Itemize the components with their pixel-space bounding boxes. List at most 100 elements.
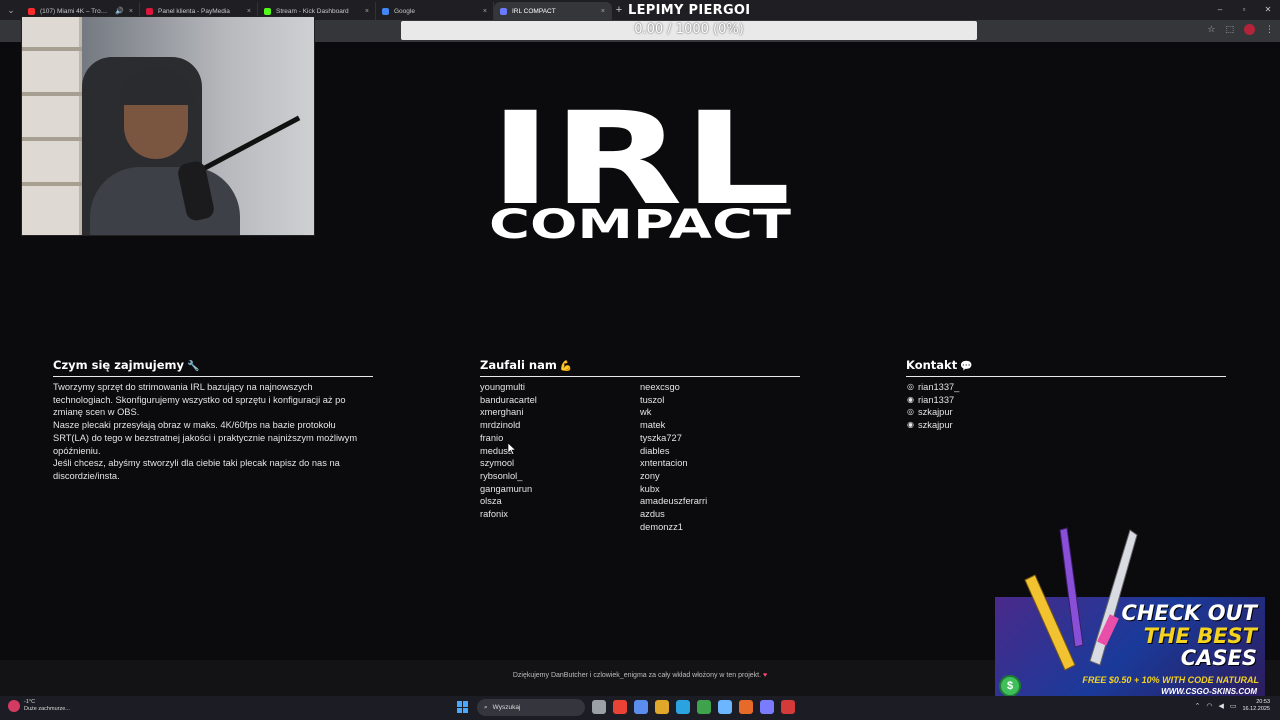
tab-close-icon[interactable]: × [601, 8, 605, 15]
tab-favicon-icon [28, 7, 35, 15]
mouse-cursor-icon [508, 443, 516, 455]
tab-close-icon[interactable]: × [247, 8, 251, 15]
about-section: Czym się zajmujemy 🔧 Tworzymy sprzęt do s… [53, 358, 373, 483]
taskbar-app-icon[interactable] [739, 700, 753, 714]
taskbar-app-icon[interactable] [592, 700, 606, 714]
profile-avatar[interactable] [1244, 24, 1255, 35]
trusted-name: banduracartel [480, 394, 537, 405]
trusted-name: diables [640, 445, 670, 456]
webcam-shelf [22, 17, 82, 235]
trusted-name: demonzz1 [640, 521, 683, 532]
tab-close-icon[interactable]: × [129, 8, 133, 15]
ad-line2: THE BEST [1143, 624, 1257, 648]
tab-close-icon[interactable]: × [483, 8, 487, 15]
trusted-name: tyszka727 [640, 432, 682, 443]
trusted-name: wk [640, 407, 652, 418]
trusted-name: azdus [640, 509, 665, 520]
tab-search-icon[interactable]: ⌄ [0, 0, 22, 20]
discord-icon: ◉ [907, 420, 914, 430]
webcam-overlay [21, 16, 315, 236]
taskbar-app-icon[interactable] [718, 700, 732, 714]
contact-item-instagram[interactable]: ◎ szkajpur [906, 406, 1226, 419]
toolbar-icons: ☆ ⬚ ⋮ [1207, 24, 1274, 35]
contact-item-discord[interactable]: ◉ rian1337 [906, 394, 1226, 407]
tab-favicon-icon [264, 7, 271, 15]
trusted-names: youngmulti banduracartel xmerghani mrdzinol… [480, 381, 800, 533]
extensions-icon[interactable]: ⬚ [1225, 24, 1234, 35]
bookmark-star-icon[interactable]: ☆ [1207, 24, 1215, 35]
trusted-name: tuszol [640, 394, 665, 405]
contact-list: ◎ rian1337_ ◉ rian1337 ◎ szkajpur ◉ szkajpur [906, 381, 1226, 432]
trusted-name: rafonix [480, 509, 508, 520]
clock-date: 16.12.2025 [1242, 706, 1270, 712]
tab-title: IRL COMPACT [512, 7, 556, 15]
browser-tab[interactable]: Google × [376, 2, 494, 20]
ad-promo-text: FREE $0.50 + 10% WITH CODE NATURAL [1082, 675, 1259, 685]
windows-start-icon[interactable] [457, 701, 469, 713]
heart-icon: ♥ [763, 672, 768, 679]
speech-bubble-icon: 💬 [960, 361, 973, 372]
wifi-icon[interactable]: ◠ [1206, 702, 1212, 710]
maximize-icon[interactable]: ▫ [1232, 0, 1256, 20]
weather-temp: -1°C [24, 699, 36, 705]
taskbar-app-icon[interactable] [655, 700, 669, 714]
ad-line1: CHECK OUT [1121, 601, 1257, 625]
irl-compact-logo: IRL COMPACT [489, 100, 792, 245]
ad-weapon-skins-illustration [1024, 527, 1138, 671]
taskbar-app-icon[interactable] [697, 700, 711, 714]
tab-audio-icon[interactable]: 🔊 [115, 7, 124, 15]
tab-title: Google [394, 7, 415, 15]
contact-item-discord[interactable]: ◉ szkajpur [906, 419, 1226, 432]
trusted-name: neexcsgo [640, 382, 680, 392]
ad-line3: CASES [1180, 646, 1257, 670]
trusted-name: franio [480, 432, 504, 443]
instagram-icon: ◎ [907, 382, 914, 391]
weather-widget[interactable]: -1°C Duże zachmurze... [8, 699, 70, 713]
contact-handle: szkajpur [918, 420, 953, 431]
taskbar-app-icon[interactable] [613, 700, 627, 714]
trusted-name: mrdzinold [480, 420, 521, 431]
battery-icon[interactable]: ▭ [1230, 702, 1237, 710]
windows-taskbar: -1°C Duże zachmurze... ⌕ Wyszukaj ⌃ ◠ ◀ … [0, 696, 1280, 720]
stream-title-overlay: LEPIMY PIERGOI [628, 2, 751, 18]
new-tab-button[interactable]: + [612, 4, 626, 16]
menu-dots-icon[interactable]: ⋮ [1265, 24, 1274, 35]
trusted-name: gangamurun [480, 483, 533, 494]
discord-icon: ◉ [907, 394, 914, 404]
taskbar-clock[interactable]: 20:53 16.12.2025 [1242, 699, 1270, 713]
about-text: Tworzymy sprzęt do strimowania IRL bazuj… [53, 382, 358, 481]
contact-item-instagram[interactable]: ◎ rian1337_ [906, 381, 1226, 394]
webcam-mic-arm [200, 115, 301, 172]
trusted-name: matek [640, 420, 666, 431]
about-heading: Czym się zajmujemy 🔧 [53, 358, 373, 377]
taskbar-app-icon[interactable] [634, 700, 648, 714]
trusted-name: xntentacion [640, 458, 688, 469]
tab-favicon-icon [382, 7, 389, 15]
trusted-name: amadeuszferarri [640, 496, 708, 507]
weather-icon [8, 700, 20, 712]
taskbar-app-icon[interactable] [781, 700, 795, 714]
taskbar-search[interactable]: ⌕ Wyszukaj [477, 699, 585, 716]
contact-handle: szkajpur [918, 407, 953, 418]
tab-close-icon[interactable]: × [365, 8, 369, 15]
minimize-icon[interactable]: – [1208, 0, 1232, 20]
taskbar-apps [592, 700, 795, 714]
close-window-icon[interactable]: ✕ [1256, 0, 1280, 20]
contact-handle: rian1337 [918, 394, 955, 405]
tray-chevron-icon[interactable]: ⌃ [1194, 702, 1200, 710]
taskbar-app-icon[interactable] [676, 700, 690, 714]
taskbar-app-icon[interactable] [760, 700, 774, 714]
window-controls: – ▫ ✕ [1208, 0, 1280, 20]
trusted-name: rybsonlol_ [480, 470, 523, 481]
ad-url: WWW.CSGO-SKINS.COM [1161, 687, 1257, 696]
tab-favicon-icon [146, 7, 153, 15]
contact-heading: Kontakt 💬 [906, 358, 1226, 377]
webcam-streamer-body [90, 167, 240, 235]
clock-time: 20:53 [1256, 699, 1270, 705]
speaker-icon[interactable]: ◀ [1218, 702, 1223, 710]
browser-tab[interactable]: IRL COMPACT × [494, 2, 612, 20]
trusted-heading: Zaufali nam 💪 [480, 358, 800, 377]
search-placeholder: Wyszukaj [492, 704, 521, 711]
weather-desc: Duże zachmurze... [24, 706, 70, 712]
trusted-name: olsza [480, 496, 502, 507]
